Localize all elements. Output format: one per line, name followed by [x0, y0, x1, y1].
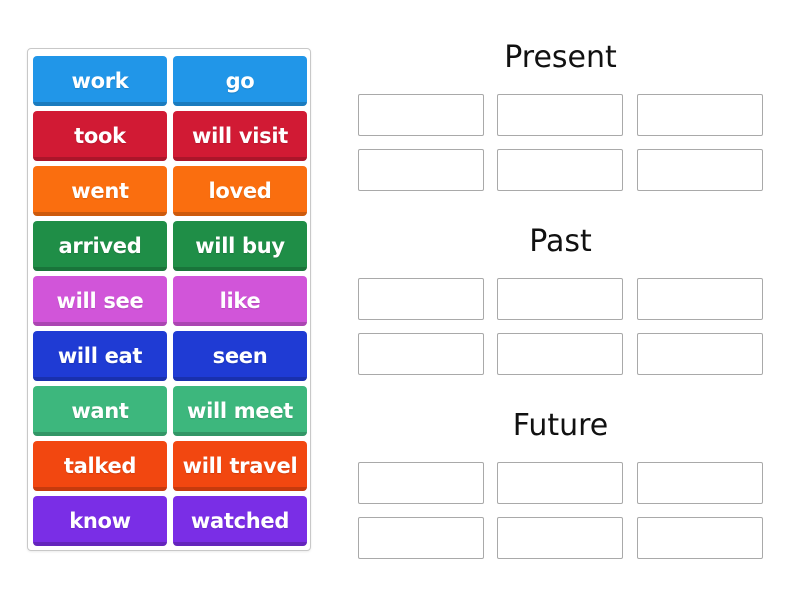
drop-slot-present[interactable]: [497, 149, 623, 191]
word-tile[interactable]: will buy: [173, 221, 307, 271]
word-tile[interactable]: watched: [173, 496, 307, 546]
drop-slot-past[interactable]: [497, 333, 623, 375]
word-tile[interactable]: will meet: [173, 386, 307, 436]
drop-slot-past[interactable]: [637, 333, 763, 375]
drop-slot-future[interactable]: [497, 462, 623, 504]
word-tile[interactable]: like: [173, 276, 307, 326]
drop-slot-present[interactable]: [497, 94, 623, 136]
drop-slot-future[interactable]: [358, 517, 484, 559]
drop-slot-future[interactable]: [637, 517, 763, 559]
word-tile[interactable]: went: [33, 166, 167, 216]
word-tile[interactable]: loved: [173, 166, 307, 216]
word-tile[interactable]: took: [33, 111, 167, 161]
drop-slot-past[interactable]: [358, 333, 484, 375]
word-tile[interactable]: will eat: [33, 331, 167, 381]
drop-slot-present[interactable]: [358, 94, 484, 136]
drop-slot-present[interactable]: [637, 94, 763, 136]
drop-slot-past[interactable]: [637, 278, 763, 320]
word-tile[interactable]: arrived: [33, 221, 167, 271]
word-tile[interactable]: will travel: [173, 441, 307, 491]
word-tile[interactable]: go: [173, 56, 307, 106]
word-tile[interactable]: work: [33, 56, 167, 106]
word-tile[interactable]: know: [33, 496, 167, 546]
drop-slot-past[interactable]: [497, 278, 623, 320]
group-heading-present: Present: [504, 40, 617, 75]
word-tile[interactable]: talked: [33, 441, 167, 491]
word-tile[interactable]: will visit: [173, 111, 307, 161]
group-heading-past: Past: [529, 224, 592, 259]
drop-slot-past[interactable]: [358, 278, 484, 320]
drop-slot-future[interactable]: [358, 462, 484, 504]
word-tile[interactable]: seen: [173, 331, 307, 381]
drop-slot-present[interactable]: [637, 149, 763, 191]
word-tile[interactable]: want: [33, 386, 167, 436]
word-tile[interactable]: will see: [33, 276, 167, 326]
group-heading-future: Future: [512, 408, 609, 443]
word-bank-panel: work go took will visit went loved arrived will…: [27, 48, 311, 551]
drop-slot-present[interactable]: [358, 149, 484, 191]
drop-slot-future[interactable]: [497, 517, 623, 559]
drop-slot-future[interactable]: [637, 462, 763, 504]
